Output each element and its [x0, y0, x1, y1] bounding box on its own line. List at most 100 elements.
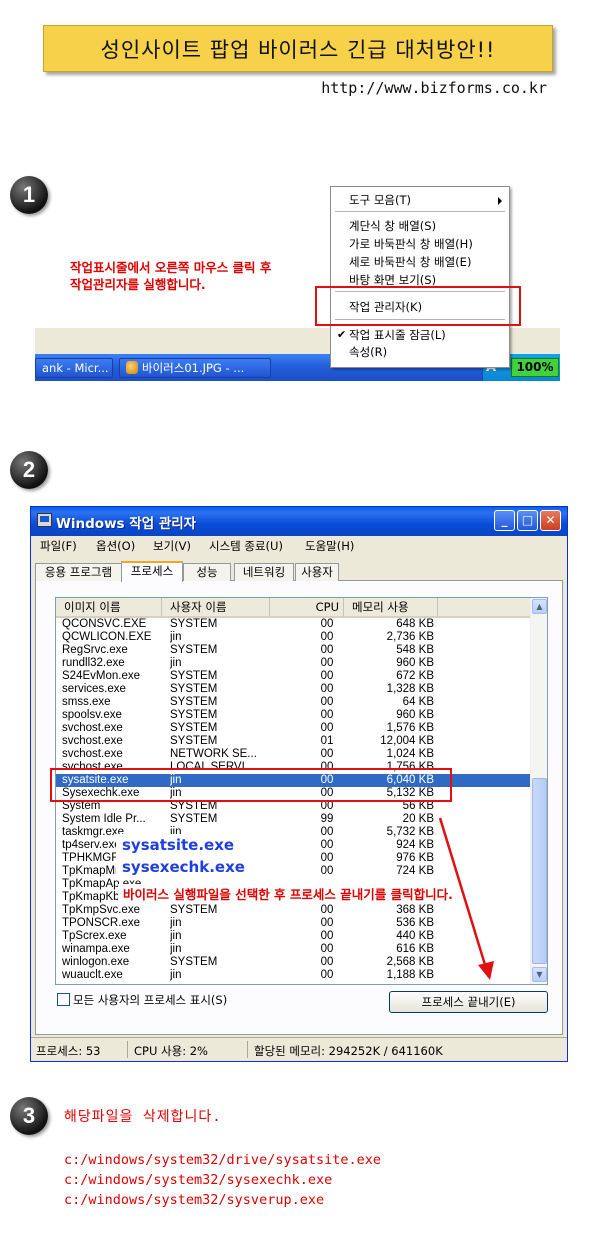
- step-3-instruction: 해당파일을 삭제합니다.: [64, 1109, 222, 1125]
- file-path-3: c:/windows/system32/sysverup.exe: [64, 1192, 325, 1208]
- process-cpu: 00: [320, 618, 334, 630]
- process-row[interactable]: spoolsv.exe SYSTEM 00 960 KB: [56, 709, 531, 722]
- process-row[interactable]: S24EvMon.exe SYSTEM 00 672 KB: [56, 670, 531, 683]
- process-cpu: 00: [320, 930, 334, 942]
- scroll-thumb[interactable]: [532, 778, 547, 964]
- scroll-down-button[interactable]: ▼: [532, 967, 547, 982]
- column-header-user-name[interactable]: 사용자 이름: [162, 598, 270, 618]
- process-cpu: 00: [320, 722, 334, 734]
- process-row[interactable]: RegSrvc.exe SYSTEM 00 548 KB: [56, 644, 531, 657]
- column-header-cpu[interactable]: CPU: [270, 598, 344, 618]
- site-url[interactable]: http://www.bizforms.co.kr: [321, 79, 547, 97]
- process-name: QCONSVC.EXE: [62, 618, 147, 630]
- tab-applications[interactable]: 응용 프로그램: [35, 563, 122, 581]
- end-process-button[interactable]: 프로세스 끝내기(E): [389, 991, 548, 1013]
- process-user: SYSTEM: [170, 683, 218, 695]
- tab-users[interactable]: 사용자: [295, 563, 339, 581]
- column-header-memory[interactable]: 메모리 사용: [344, 598, 438, 618]
- process-cpu: 00: [320, 683, 334, 695]
- window-title: Windows 작업 관리자: [56, 516, 197, 532]
- submenu-arrow-icon: [498, 197, 502, 205]
- tab-networking[interactable]: 네트워킹: [234, 563, 294, 581]
- show-all-users-label[interactable]: 모든 사용자의 프로세스 표시(S): [73, 992, 227, 1008]
- menu-item-toolbar[interactable]: 도구 모음(T): [349, 192, 411, 208]
- process-memory: 672 KB: [396, 670, 434, 682]
- process-user: SYSTEM: [170, 644, 218, 656]
- virus-file-label-2: sysexechk.exe: [122, 858, 245, 876]
- menu-item-tile-vertical[interactable]: 세로 바둑판식 창 배열(E): [349, 254, 471, 270]
- scroll-up-button[interactable]: ▲: [532, 599, 547, 614]
- process-cpu: 00: [320, 969, 334, 981]
- menu-options[interactable]: 옵션(O): [96, 538, 135, 554]
- process-cpu: 00: [320, 696, 334, 708]
- process-name: TpScrex.exe: [62, 930, 127, 942]
- process-name: svchost.exe: [62, 722, 123, 734]
- process-name: svchost.exe: [62, 748, 123, 760]
- process-name: System Idle Pr...: [62, 813, 146, 825]
- process-cpu: 00: [320, 943, 334, 955]
- menu-item-lock-taskbar[interactable]: 작업 표시줄 잠금(L): [349, 327, 446, 343]
- show-all-users-checkbox[interactable]: [57, 993, 70, 1006]
- status-process-count: 프로세스: 53: [36, 1044, 101, 1058]
- menu-file[interactable]: 파일(F): [40, 538, 77, 554]
- process-row[interactable]: svchost.exe SYSTEM 01 12,004 KB: [56, 735, 531, 748]
- file-path-2: c:/windows/system32/sysexechk.exe: [64, 1172, 333, 1188]
- process-row[interactable]: services.exe SYSTEM 00 1,328 KB: [56, 683, 531, 696]
- process-memory: 64 KB: [402, 696, 434, 708]
- taskbar-context-menu: 도구 모음(T) 계단식 창 배열(S) 가로 바둑판식 창 배열(H) 세로 …: [330, 186, 510, 368]
- process-cpu: 00: [320, 956, 334, 968]
- process-name: TPONSCR.exe: [62, 917, 140, 929]
- page-title-banner: 성인사이트 팝업 바이러스 긴급 대처방안!!: [43, 25, 553, 72]
- process-cpu: 00: [320, 657, 334, 669]
- close-button[interactable]: ✕: [540, 510, 561, 531]
- process-cpu: 00: [320, 852, 334, 864]
- process-row[interactable]: rundll32.exe jin 00 960 KB: [56, 657, 531, 670]
- process-memory: 1,024 KB: [386, 748, 434, 760]
- page-title: 성인사이트 팝업 바이러스 긴급 대처방안!!: [100, 37, 496, 62]
- process-row[interactable]: svchost.exe NETWORK SE... 00 1,024 KB: [56, 748, 531, 761]
- process-row[interactable]: svchost.exe SYSTEM 00 1,576 KB: [56, 722, 531, 735]
- menu-help[interactable]: 도움말(H): [305, 538, 354, 554]
- maximize-button[interactable]: □: [517, 510, 538, 531]
- menu-view[interactable]: 보기(V): [153, 538, 191, 554]
- taskbar-button-word[interactable]: ank - Micr...: [35, 358, 113, 378]
- menu-item-tile-horizontal[interactable]: 가로 바둑판식 창 배열(H): [349, 236, 473, 252]
- highlight-box-task-manager: [315, 286, 521, 326]
- task-manager-app-icon: [37, 513, 52, 527]
- process-cpu: 00: [320, 644, 334, 656]
- process-cpu: 00: [320, 904, 334, 916]
- process-name: S24EvMon.exe: [62, 670, 140, 682]
- step-1-instruction-line-2: 작업관리자를 실행합니다.: [70, 277, 206, 292]
- menu-bar: 파일(F) 옵션(O) 보기(V) 시스템 종료(U) 도움말(H): [31, 536, 567, 556]
- process-name: svchost.exe: [62, 735, 123, 747]
- process-cpu: 01: [320, 735, 334, 747]
- vertical-scrollbar[interactable]: ▲ ▼: [530, 598, 547, 984]
- process-cpu: 99: [320, 813, 334, 825]
- process-name: QCWLICON.EXE: [62, 631, 152, 643]
- menu-item-cascade[interactable]: 계단식 창 배열(S): [349, 218, 436, 234]
- minimize-button[interactable]: _: [494, 510, 515, 531]
- process-user: jin: [170, 657, 182, 669]
- process-row[interactable]: QCONSVC.EXE SYSTEM 00 648 KB: [56, 618, 531, 631]
- virus-file-label-1: sysatsite.exe: [122, 836, 235, 854]
- process-row[interactable]: QCWLICON.EXE jin 00 2,736 KB: [56, 631, 531, 644]
- process-user: NETWORK SE...: [170, 748, 257, 760]
- process-user: SYSTEM: [170, 709, 218, 721]
- process-row[interactable]: smss.exe SYSTEM 00 64 KB: [56, 696, 531, 709]
- process-memory: 648 KB: [396, 618, 434, 630]
- taskbar-button-image[interactable]: 바이러스01.JPG - ...: [119, 358, 271, 378]
- process-memory: 2,736 KB: [386, 631, 434, 643]
- process-cpu: 00: [320, 748, 334, 760]
- status-divider: [127, 1041, 128, 1058]
- process-user: SYSTEM: [170, 722, 218, 734]
- process-name: services.exe: [62, 683, 126, 695]
- tab-performance[interactable]: 성능: [183, 563, 231, 581]
- tab-processes[interactable]: 프로세스: [121, 561, 183, 582]
- process-cpu: 00: [320, 631, 334, 643]
- process-name: RegSrvc.exe: [62, 644, 128, 656]
- process-cpu: 00: [320, 670, 334, 682]
- process-user: jin: [170, 969, 182, 981]
- menu-shutdown[interactable]: 시스템 종료(U): [209, 538, 283, 554]
- menu-item-properties[interactable]: 속성(R): [349, 344, 387, 360]
- column-header-image-name[interactable]: 이미지 이름: [56, 598, 162, 618]
